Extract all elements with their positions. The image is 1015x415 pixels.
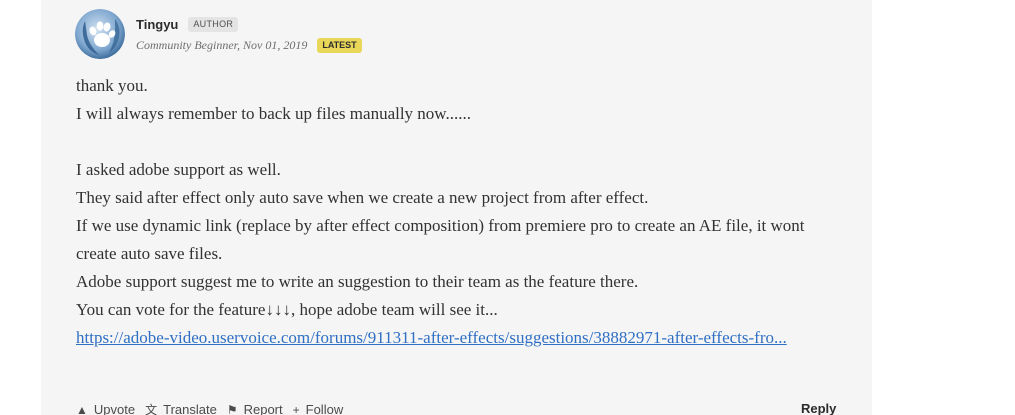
author-username[interactable]: Tingyu: [136, 17, 178, 32]
post-body: thank you. I will always remember to bac…: [76, 72, 846, 352]
rank-date-row: Community Beginner, Nov 01, 2019 LATEST: [136, 35, 362, 55]
body-line: thank you.: [76, 76, 148, 95]
author-badge: AUTHOR: [188, 16, 239, 32]
user-avatar[interactable]: [75, 9, 125, 59]
reply-post-card: Tingyu AUTHOR Community Beginner, Nov 01…: [41, 0, 872, 415]
author-row: Tingyu AUTHOR: [136, 14, 362, 34]
body-line: They said after effect only auto save wh…: [76, 188, 649, 207]
follow-button[interactable]: + Follow: [293, 402, 344, 415]
body-line: I asked adobe support as well.: [76, 160, 281, 179]
body-line: I will always remember to back up files …: [76, 104, 471, 123]
body-line: If we use dynamic link (replace by after…: [76, 216, 805, 263]
plus-icon: +: [292, 402, 300, 415]
rank-and-date: Community Beginner, Nov 01, 2019: [136, 37, 308, 52]
body-line: You can vote for the feature↓↓↓, hope ad…: [76, 300, 498, 319]
translate-button[interactable]: 文 Translate: [145, 401, 217, 415]
flag-icon: ⚑: [226, 402, 238, 415]
upvote-label: Upvote: [93, 402, 136, 415]
body-line: Adobe support suggest me to write an sug…: [76, 272, 639, 291]
uservoice-link[interactable]: https://adobe-video.uservoice.com/forums…: [76, 328, 787, 347]
report-button[interactable]: ⚑ Report: [227, 402, 283, 415]
latest-badge: LATEST: [317, 37, 362, 53]
translate-icon: 文: [145, 403, 158, 415]
post-meta: Tingyu AUTHOR Community Beginner, Nov 01…: [136, 14, 362, 55]
upvote-arrow-icon: ▲: [76, 402, 88, 415]
paw-print-icon: [75, 9, 125, 59]
report-label: Report: [243, 402, 283, 415]
upvote-button[interactable]: ▲ Upvote: [76, 402, 135, 415]
reply-button[interactable]: Reply: [801, 401, 836, 415]
follow-label: Follow: [305, 402, 344, 415]
translate-label: Translate: [163, 402, 217, 415]
post-actions: ▲ Upvote 文 Translate ⚑ Report + Follow: [76, 401, 353, 415]
link-paragraph: https://adobe-video.uservoice.com/forums…: [76, 324, 846, 352]
